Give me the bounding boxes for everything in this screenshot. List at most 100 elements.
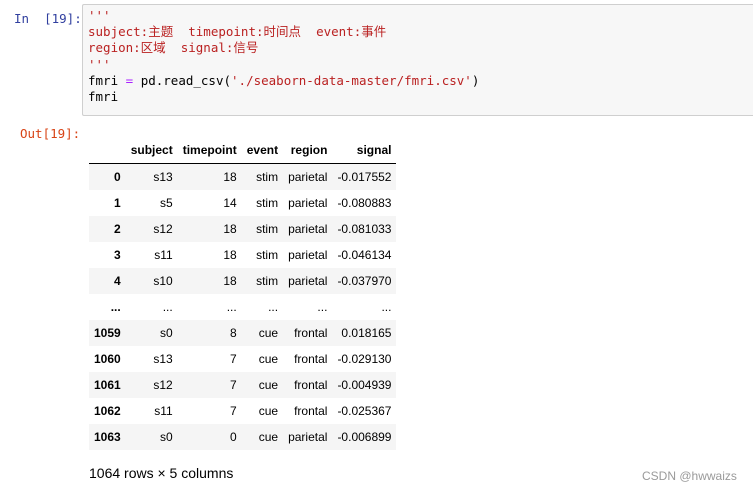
table-cell: 18 [223, 274, 237, 288]
table-cell: stim [256, 170, 279, 184]
table-cell: s0 [160, 430, 173, 444]
table-cell: cue [258, 352, 279, 366]
input-prompt: In [19]: [14, 11, 82, 26]
table-cell: 0.018165 [341, 326, 392, 340]
row-index: 1063 [94, 430, 121, 444]
row-index: 1 [114, 196, 121, 210]
dataframe-summary: 1064 rows × 5 columns [89, 465, 234, 481]
row-index: 2 [114, 222, 121, 236]
code-line-6: fmri [88, 89, 119, 105]
table-cell: stim [256, 222, 279, 236]
table-cell: -0.046134 [337, 248, 392, 262]
table-cell: 7 [230, 352, 237, 366]
column-header: signal [332, 136, 397, 164]
column-header: timepoint [177, 136, 242, 164]
row-index: ... [110, 300, 121, 314]
column-header: region [283, 136, 333, 164]
table-cell: 0 [230, 430, 237, 444]
table-row: 1061 s12 7 cue frontal -0.004939 [89, 372, 397, 398]
table-cell: s11 [154, 248, 173, 262]
table-cell: cue [258, 430, 279, 444]
dataframe-table: subject timepoint event region signal 0 s13 18… [89, 136, 397, 450]
table-cell: -0.037970 [337, 274, 392, 288]
column-header: event [241, 136, 284, 164]
table-cell: cue [258, 326, 279, 340]
table-cell: s0 [160, 326, 173, 340]
docstring-line-2: region:区域 signal:信号 [88, 40, 259, 56]
code-var: fmri [88, 72, 119, 88]
row-index: 1061 [94, 378, 121, 392]
table-cell: -0.004939 [337, 378, 392, 392]
code-call-end: ) [471, 72, 480, 88]
table-row: 1060 s13 7 cue frontal -0.029130 [89, 346, 396, 372]
table-cell: parietal [288, 196, 328, 210]
docstring-open: ''' [88, 8, 111, 23]
table-cell: 18 [223, 248, 237, 262]
table-cell: -0.029130 [337, 352, 392, 366]
table-header: subject timepoint event region signal [89, 136, 397, 164]
row-index: 4 [114, 274, 121, 288]
table-body: 0 s13 18 stim parietal -0.017552 1 s5 14 stim pari… [89, 163, 397, 450]
docstring-close: ''' [88, 56, 111, 72]
table-cell: -0.017552 [337, 170, 392, 184]
table-row: 1062 s11 7 cue frontal -0.025367 [89, 398, 396, 424]
index-header [89, 136, 126, 164]
table-cell: frontal [294, 404, 328, 418]
row-index: 1062 [94, 404, 121, 418]
table-cell: parietal [288, 274, 328, 288]
table-cell: s11 [154, 404, 173, 418]
table-cell: parietal [288, 222, 328, 236]
table-cell: parietal [288, 248, 328, 262]
table-cell: s5 [160, 196, 173, 210]
table-cell: cue [258, 404, 279, 418]
table-cell: -0.080883 [337, 196, 392, 210]
table-cell: s12 [153, 222, 173, 236]
row-index: 1060 [94, 352, 121, 366]
table-cell: ... [381, 300, 392, 314]
docstring-line-1: subject:主题 timepoint:时间点 event:事件 [88, 24, 387, 40]
table-cell: 18 [223, 222, 237, 236]
code-cell-editor[interactable]: ''' subject:主题 timepoint:时间点 event:事件 re… [82, 4, 753, 116]
watermark: CSDN @hwwaizs [642, 469, 737, 483]
table-cell: ... [317, 300, 328, 314]
table-cell: stim [256, 196, 279, 210]
table-row: 4 s10 18 stim parietal -0.037970 [89, 268, 397, 294]
table-cell: -0.006899 [337, 430, 392, 444]
table-cell: frontal [294, 378, 328, 392]
table-cell: ... [226, 300, 237, 314]
table-row: 1059 s0 8 cue frontal 0.018165 [89, 320, 397, 346]
code-assign: = [125, 72, 134, 88]
table-cell: s13 [153, 352, 173, 366]
row-index: 0 [114, 170, 121, 184]
code-path-string: './seaborn-data-master/fmri.csv' [231, 72, 472, 88]
table-cell: -0.025367 [337, 404, 392, 418]
code-text[interactable]: ''' subject:主题 timepoint:时间点 event:事件 re… [88, 8, 479, 105]
table-cell: 7 [230, 378, 237, 392]
table-cell: cue [258, 378, 279, 392]
row-index: 3 [114, 248, 121, 262]
table-cell: stim [256, 274, 279, 288]
column-header: subject [125, 136, 178, 164]
table-cell: frontal [294, 326, 328, 340]
table-row: 1063 s0 0 cue parietal -0.006899 [89, 424, 397, 450]
table-cell: stim [256, 248, 279, 262]
table-row: .................. [89, 294, 396, 320]
table-cell: s10 [153, 274, 173, 288]
output-prompt: Out[19]: [20, 126, 81, 141]
table-row: 2 s12 18 stim parietal -0.081033 [89, 216, 397, 242]
table-cell: s12 [153, 378, 173, 392]
code-call: pd.read_csv( [140, 72, 232, 88]
table-cell: parietal [288, 170, 328, 184]
table-cell: frontal [294, 352, 328, 366]
table-row: 3 s11 18 stim parietal -0.046134 [89, 242, 396, 268]
table-cell: parietal [288, 430, 328, 444]
table-cell: 8 [230, 326, 237, 340]
header-row: subject timepoint event region signal [89, 136, 397, 164]
table-cell: ... [268, 300, 279, 314]
table-cell: 18 [223, 170, 237, 184]
table-cell: s13 [153, 170, 173, 184]
table-row: 0 s13 18 stim parietal -0.017552 [89, 163, 397, 190]
row-index: 1059 [94, 326, 121, 340]
table-cell: ... [162, 300, 173, 314]
table-cell: 7 [230, 404, 237, 418]
